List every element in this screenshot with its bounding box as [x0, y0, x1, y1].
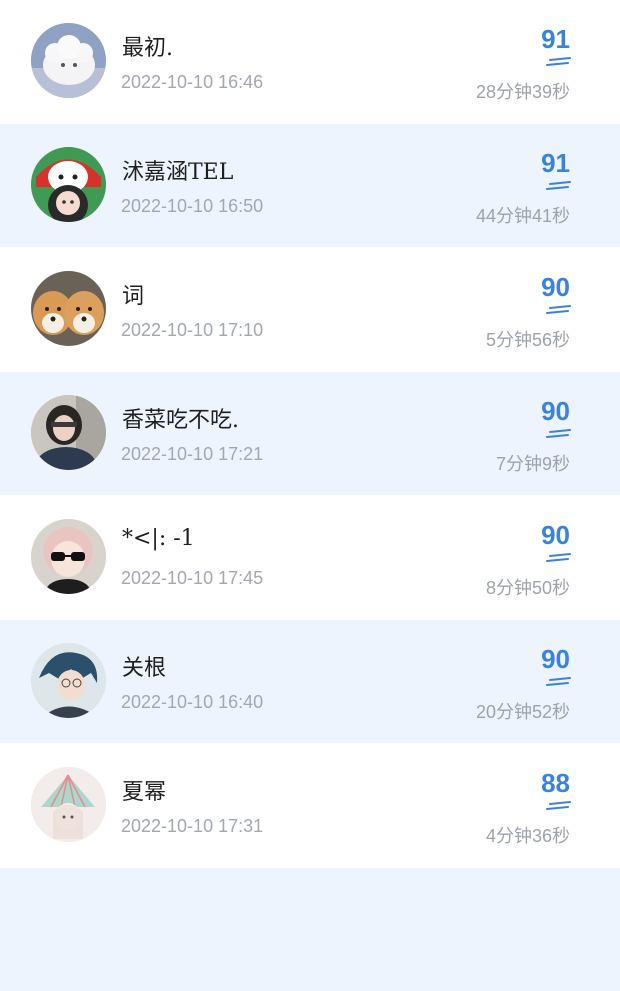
avatar[interactable]: [31, 767, 106, 842]
submit-time: 2022-10-10 17:10: [121, 320, 264, 340]
duration-text: 8分钟50秒: [485, 578, 570, 598]
list-item[interactable]: 关根 2022-10-10 16:40 90 20分钟52秒: [0, 620, 620, 743]
submit-time: 2022-10-10 17:45: [121, 568, 264, 588]
girl-photo-avatar-icon: [31, 395, 106, 470]
score-underline-icon: [546, 553, 571, 562]
submit-time: 2022-10-10 16:50: [121, 196, 264, 216]
duration-text: 20分钟52秒: [475, 702, 570, 722]
avatar[interactable]: [31, 643, 106, 718]
submit-time: 2022-10-10 16:40: [121, 692, 264, 712]
user-name: 关根: [122, 656, 167, 681]
list-item[interactable]: 词 2022-10-10 17:10 90 5分钟56秒: [0, 248, 620, 371]
avatar[interactable]: [31, 395, 106, 470]
sunglasses-girl-avatar-icon: [31, 519, 106, 594]
score-value: 90: [541, 272, 570, 302]
user-name: 香菜吃不吃.: [122, 408, 239, 433]
score-value: 91: [541, 24, 570, 54]
list-item[interactable]: 香菜吃不吃. 2022-10-10 17:21 90 7分钟9秒: [0, 372, 620, 495]
score-underline-icon: [546, 801, 571, 810]
list-item[interactable]: 夏幂 2022-10-10 17:31 88 4分钟36秒: [0, 744, 620, 867]
submit-time: 2022-10-10 17:21: [121, 444, 264, 464]
score-value: 90: [541, 644, 570, 674]
user-name: 词: [122, 284, 145, 309]
list-item[interactable]: 最初. 2022-10-10 16:46 91 28分钟39秒: [0, 0, 620, 123]
score-underline-icon: [546, 677, 571, 686]
anime-boy-avatar-icon: [31, 643, 106, 718]
duration-text: 5分钟56秒: [485, 330, 570, 350]
user-name: *<|: -1: [122, 526, 195, 551]
score-value: 90: [541, 396, 570, 426]
list-item[interactable]: 沭嘉涵TEL 2022-10-10 16:50 91 44分钟41秒: [0, 124, 620, 247]
score-underline-icon: [546, 57, 571, 66]
score-value: 91: [541, 148, 570, 178]
duration-text: 4分钟36秒: [485, 826, 570, 846]
duration-text: 44分钟41秒: [475, 206, 570, 226]
user-name: 最初.: [122, 36, 173, 61]
submit-time: 2022-10-10 17:31: [121, 816, 264, 836]
submit-time: 2022-10-10 16:46: [121, 72, 264, 92]
fan-girl-avatar-icon: [31, 767, 106, 842]
avatar[interactable]: [31, 23, 106, 98]
ranking-list: 最初. 2022-10-10 16:46 91 28分钟39秒 沭嘉涵TEL 2…: [0, 0, 620, 991]
shiba-dogs-avatar-icon: [31, 271, 106, 346]
user-name: 夏幂: [122, 780, 167, 805]
avatar[interactable]: [31, 519, 106, 594]
plush-toy-avatar-icon: [31, 23, 106, 98]
score-underline-icon: [546, 305, 571, 314]
user-name: 沭嘉涵TEL: [122, 160, 234, 185]
duration-text: 28分钟39秒: [475, 82, 570, 102]
list-item[interactable]: [0, 868, 620, 991]
avatar[interactable]: [31, 271, 106, 346]
anime-girl-avatar-icon: [31, 147, 106, 222]
list-item[interactable]: *<|: -1 2022-10-10 17:45 90 8分钟50秒: [0, 496, 620, 619]
score-underline-icon: [546, 181, 571, 190]
score-value: 90: [541, 520, 570, 550]
score-underline-icon: [546, 429, 571, 438]
avatar[interactable]: [31, 147, 106, 222]
duration-text: 7分钟9秒: [495, 454, 570, 474]
score-value: 88: [541, 768, 570, 798]
